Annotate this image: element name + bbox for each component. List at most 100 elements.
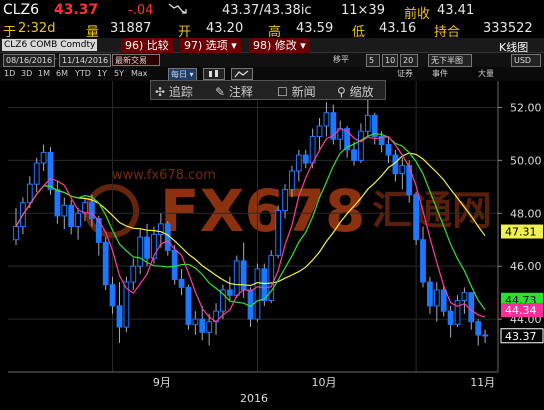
candle-8	[68, 200, 75, 235]
candle-64	[454, 295, 461, 328]
candle-body-64	[454, 300, 461, 325]
candle-body-39	[282, 188, 288, 212]
high: 43.59	[296, 21, 334, 36]
candle-51	[364, 96, 371, 137]
candle-54	[385, 136, 392, 164]
candle-13	[102, 237, 109, 290]
candle-65	[461, 287, 468, 314]
candle-body-45	[323, 112, 330, 127]
x-tick-label-2: 11月	[470, 376, 495, 389]
x-tick-label-0: 9月	[153, 376, 171, 389]
candle-body-65	[461, 292, 468, 302]
trade-size: 11×39	[341, 3, 385, 18]
news-button[interactable]: ☐ 新闻	[277, 83, 316, 100]
subchart-field[interactable]: 无下半图	[428, 54, 472, 67]
candle-4	[40, 144, 47, 171]
range-3d[interactable]: 3D	[21, 68, 32, 80]
ticker: CLZ6	[3, 2, 40, 18]
candle-body-67	[475, 321, 482, 336]
period-field[interactable]: 最新交易	[112, 54, 160, 66]
date-from-field[interactable]: 08/16/2016	[3, 54, 56, 67]
range-ytd[interactable]: YTD	[75, 68, 91, 80]
candle-44	[316, 118, 323, 150]
ma1-field[interactable]: 5	[366, 54, 380, 67]
candle-body-0	[13, 226, 19, 241]
candle-14	[109, 276, 116, 314]
y-tick-label-0: 52.00	[510, 101, 542, 114]
candle-60	[427, 276, 433, 314]
zoom-button[interactable]: ⚲ 缩放	[337, 83, 374, 100]
control-bar: CLZ6 COMB Comdty 96) 比较 97) 选项 ▾ 98) 修改 …	[0, 38, 544, 54]
zoom-label: 缩放	[349, 85, 374, 99]
candle-body-19	[144, 236, 150, 259]
candle-body-44	[316, 125, 323, 138]
date-to-field[interactable]: 11/14/2016	[59, 54, 112, 67]
candle-35	[254, 263, 261, 322]
range-6m[interactable]: 6M	[56, 68, 68, 80]
candle-body-41	[295, 154, 302, 172]
candle-body-28	[206, 321, 213, 333]
line-style-icon[interactable]	[231, 68, 253, 80]
candle-body-54	[385, 143, 392, 156]
candle-58	[413, 192, 420, 246]
candle-body-7	[61, 204, 68, 217]
ma3-field[interactable]: 20	[400, 54, 418, 67]
candle-body-3	[33, 162, 40, 185]
security-field[interactable]: CLZ6 COMB Comdty	[2, 39, 98, 51]
ma20-value-tag: 47.31	[501, 224, 543, 239]
trace-button[interactable]: ✣ 追踪	[155, 83, 193, 100]
candle-body-14	[109, 284, 116, 307]
ma20-value-tag-text: 47.31	[505, 226, 537, 239]
candle-37	[268, 250, 275, 304]
last-price-tag: 43.37	[501, 328, 543, 343]
candle-body-68	[482, 334, 489, 337]
candle-31	[226, 276, 233, 301]
low: 43.16	[379, 21, 417, 36]
watermark-url: www.fx678.com	[112, 168, 216, 183]
range-5y[interactable]: 5Y	[114, 68, 124, 80]
candle-67	[475, 319, 482, 346]
candle-7	[61, 197, 68, 230]
tool-securities[interactable]: 证券	[397, 68, 413, 80]
candle-body-66	[468, 292, 475, 323]
currency-field[interactable]: USD	[511, 54, 541, 67]
compare-button[interactable]: 96) 比较	[121, 38, 173, 53]
price-chart: FX678 汇通网 www.fx678.com 52.00 50.00 48.00 46.…	[8, 81, 544, 405]
y-tick-label-3: 46.00	[510, 260, 542, 273]
edit-button[interactable]: 98) 修改 ▾	[249, 38, 310, 53]
candle-body-31	[226, 289, 233, 296]
range-1y[interactable]: 1Y	[97, 68, 107, 80]
candle-12	[95, 215, 102, 256]
tool-events[interactable]: 事件	[432, 68, 448, 80]
candle-body-27	[199, 318, 206, 333]
candle-20	[151, 226, 157, 264]
candle-body-56	[399, 165, 406, 175]
candle-body-40	[289, 170, 295, 190]
candle-body-63	[447, 310, 454, 325]
candle-34	[247, 287, 254, 328]
candle-32	[233, 255, 240, 298]
candle-56	[399, 157, 406, 190]
watermark-cn: 汇通网	[372, 188, 492, 234]
trend-icon	[168, 2, 190, 16]
ma2-field[interactable]: 10	[382, 54, 398, 67]
candle-body-38	[275, 210, 282, 257]
chart-toolbar: ✣ 追踪 ✎ 注释 ☐ 新闻 ⚲ 缩放	[150, 80, 386, 100]
volume: 31887	[110, 21, 152, 36]
candle-body-33	[240, 260, 247, 291]
candle-body-12	[95, 218, 102, 243]
candle-1	[19, 197, 26, 235]
range-1m[interactable]: 1M	[38, 68, 50, 80]
last-price: 43.37	[54, 2, 99, 18]
range-max[interactable]: Max	[131, 68, 148, 80]
range-1d[interactable]: 1D	[4, 68, 15, 80]
chart-type-icon[interactable]	[203, 68, 225, 80]
chart-area: FX678 汇通网 www.fx678.com 52.00 50.00 48.00 46.…	[0, 81, 544, 407]
date-separator: -	[54, 54, 57, 63]
candle-body-23	[171, 249, 178, 280]
annotate-button[interactable]: ✎ 注释	[215, 83, 253, 100]
candle-body-11	[88, 202, 95, 220]
tool-volume[interactable]: 大量	[478, 68, 494, 80]
candle-55	[392, 149, 399, 182]
options-button[interactable]: 97) 选项 ▾	[180, 38, 241, 53]
